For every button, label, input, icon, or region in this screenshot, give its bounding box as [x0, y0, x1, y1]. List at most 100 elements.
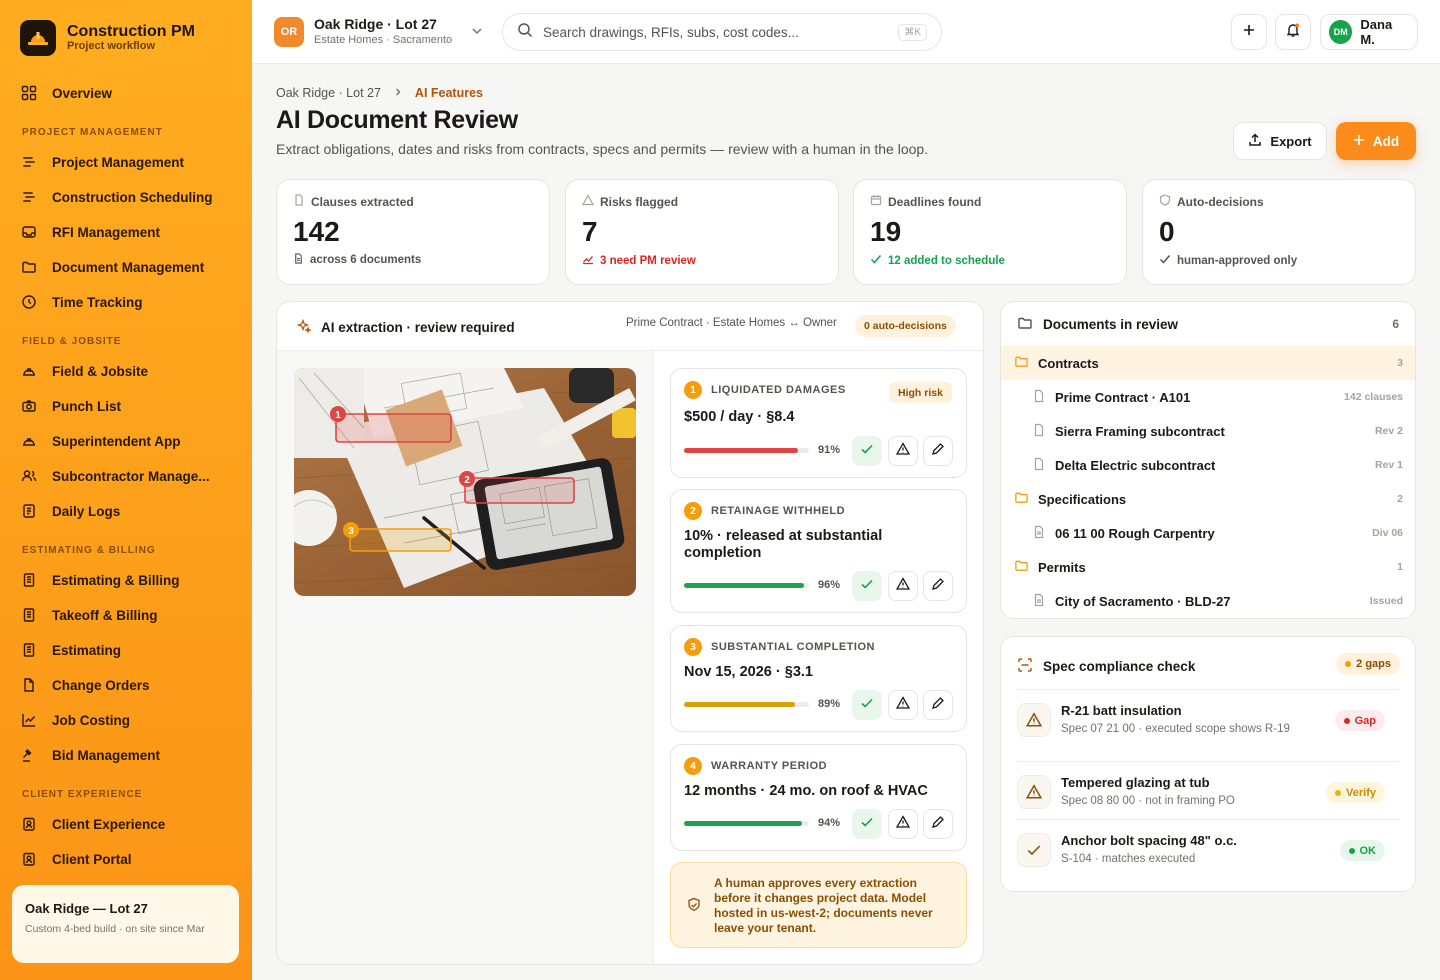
flag-risk-button[interactable]	[888, 809, 918, 839]
approve-button[interactable]	[852, 571, 882, 601]
sidebar-item-client-portal[interactable]: Client Portal	[20, 844, 132, 874]
project-switcher-name[interactable]: Oak Ridge · Lot 27	[314, 16, 437, 32]
gaps-badge-label: 2 gaps	[1356, 658, 1391, 670]
folder-row-permits[interactable]: Permits 1	[1001, 550, 1415, 584]
photo-marker-3[interactable]: 3	[343, 522, 359, 538]
sidebar-item-time-tracking[interactable]: Time Tracking	[20, 287, 143, 317]
sidebar-item-estimating-billing[interactable]: Estimating & Billing	[20, 565, 180, 595]
add-item-button[interactable]: Add	[1336, 122, 1416, 160]
status-badge: Gap	[1334, 710, 1385, 731]
project-avatar[interactable]: OR	[274, 17, 304, 47]
edit-button[interactable]	[923, 436, 953, 466]
confidence-fill	[684, 702, 796, 707]
search-icon	[517, 22, 533, 43]
document-row[interactable]: Delta Electric subcontract Rev 1	[1001, 448, 1415, 482]
project-card[interactable]: Oak Ridge — Lot 27 Custom 4-bed build · …	[12, 885, 239, 963]
breadcrumb-parent[interactable]: Oak Ridge · Lot 27	[276, 86, 381, 100]
stat-value: 0	[1159, 216, 1175, 247]
extraction-card[interactable]: 3 SUBSTANTIAL COMPLETION Nov 15, 2026 · …	[670, 625, 967, 732]
sidebar-item-superintendent-app[interactable]: Superintendent App	[20, 426, 181, 456]
sidebar-item-overview[interactable]: Overview	[20, 78, 112, 108]
extraction-card[interactable]: 2 RETAINAGE WITHHELD 10% · released at s…	[670, 489, 967, 613]
folder-icon	[1014, 490, 1029, 508]
extraction-card[interactable]: 4 WARRANTY PERIOD 12 months · 24 mo. on …	[670, 744, 967, 851]
approve-button[interactable]	[852, 809, 882, 839]
sidebar-item-takeoff-billing[interactable]: Takeoff & Billing	[20, 600, 158, 630]
scan-icon	[1017, 657, 1033, 676]
sidebar-item-label: Client Portal	[52, 851, 132, 867]
sidebar-item-field-jobsite[interactable]: Field & Jobsite	[20, 356, 148, 386]
chart-icon	[20, 711, 38, 729]
app-subtitle: Project workflow	[67, 40, 156, 52]
sidebar-item-rfi-management[interactable]: RFI Management	[20, 217, 160, 247]
sidebar-item-label: Field & Jobsite	[52, 363, 149, 379]
document-row[interactable]: 06 11 00 Rough Carpentry Div 06	[1001, 516, 1415, 550]
plus-icon	[1241, 22, 1257, 43]
hardhat-icon	[20, 432, 38, 450]
flag-risk-button[interactable]	[888, 436, 918, 466]
inbox-icon	[20, 223, 38, 241]
spec-row[interactable]: Tempered glazing at tub Spec 08 80 00 · …	[1017, 761, 1399, 819]
edit-button[interactable]	[923, 809, 953, 839]
project-card-subtitle: Custom 4-bed build · on site since Mar	[25, 923, 205, 935]
document-row[interactable]: Sierra Framing subcontract Rev 2	[1001, 414, 1415, 448]
sidebar-item-bid-management[interactable]: Bid Management	[20, 740, 160, 770]
app-logo[interactable]: Construction PM Project workflow	[20, 20, 195, 56]
flag-risk-button[interactable]	[888, 571, 918, 601]
breadcrumb: Oak Ridge · Lot 27 AI Features	[276, 86, 483, 100]
spec-row[interactable]: Anchor bolt spacing 48" o.c. S-104 · mat…	[1017, 819, 1399, 877]
document-photo[interactable]: 1 2 3	[294, 368, 636, 596]
notifications-button[interactable]	[1275, 14, 1311, 50]
chevron-down-icon[interactable]	[470, 24, 484, 43]
sidebar-item-document-management[interactable]: Document Management	[20, 252, 204, 282]
stat-value: 7	[582, 216, 598, 247]
search-input[interactable]: Search drawings, RFIs, subs, cost codes.…	[502, 13, 942, 51]
extraction-title: LIQUIDATED DAMAGES	[711, 384, 846, 396]
building-icon	[20, 850, 38, 868]
document-row[interactable]: City of Sacramento · BLD-27 Issued	[1001, 584, 1415, 618]
users-icon	[20, 467, 38, 485]
pencil-icon	[931, 442, 945, 461]
check-icon	[870, 253, 882, 268]
photo-marker-1[interactable]: 1	[330, 406, 346, 422]
sidebar-item-project-management[interactable]: Project Management	[20, 147, 184, 177]
sidebar-item-daily-logs[interactable]: Daily Logs	[20, 496, 120, 526]
sidebar-item-job-costing[interactable]: Job Costing	[20, 705, 130, 735]
stat-sub: 12 added to schedule	[888, 254, 1005, 267]
receipt-icon	[20, 606, 38, 624]
sidebar-item-label: Construction Scheduling	[52, 189, 213, 205]
search-shortcut: ⌘K	[898, 23, 927, 41]
folder-row-contracts[interactable]: Contracts 3	[1001, 346, 1415, 380]
svg-text:1: 1	[335, 410, 341, 421]
stat-value: 19	[870, 216, 902, 247]
sidebar-item-change-orders[interactable]: Change Orders	[20, 670, 150, 700]
extraction-card[interactable]: 1 LIQUIDATED DAMAGES High risk $500 / da…	[670, 368, 967, 478]
add-button[interactable]	[1231, 14, 1267, 50]
stat-card-clauses: Clauses extracted 142 across 6 documents	[276, 179, 550, 285]
spec-row[interactable]: R-21 batt insulation Spec 07 21 00 · exe…	[1017, 689, 1399, 747]
folder-row-specifications[interactable]: Specifications 2	[1001, 482, 1415, 516]
document-row[interactable]: Prime Contract · A101 142 clauses	[1001, 380, 1415, 414]
stat-card-deadlines: Deadlines found 19 12 added to schedule	[853, 179, 1127, 285]
add-label: Add	[1372, 133, 1400, 149]
sidebar-item-subcontractor-management[interactable]: Subcontractor Manage...	[20, 461, 210, 491]
export-button[interactable]: Export	[1233, 122, 1327, 160]
sidebar-item-construction-scheduling[interactable]: Construction Scheduling	[20, 182, 213, 212]
photo-marker-2[interactable]: 2	[459, 471, 475, 487]
sidebar-item-label: Document Management	[52, 259, 205, 275]
sidebar-item-label: Job Costing	[52, 712, 130, 728]
hardhat-logo-icon	[20, 20, 56, 56]
edit-button[interactable]	[923, 690, 953, 720]
sidebar-item-label: Subcontractor Manage...	[52, 468, 210, 484]
flag-risk-button[interactable]	[888, 690, 918, 720]
sidebar-item-punch-list[interactable]: Punch List	[20, 391, 121, 421]
file-icon	[1032, 593, 1046, 610]
sparkles-icon	[296, 318, 312, 336]
sidebar-item-client-experience[interactable]: Client Experience	[20, 809, 165, 839]
approve-button[interactable]	[852, 690, 882, 720]
edit-button[interactable]	[923, 571, 953, 601]
user-menu[interactable]: DM Dana M.	[1320, 14, 1418, 50]
approve-button[interactable]	[852, 436, 882, 466]
sidebar-item-estimating[interactable]: Estimating	[20, 635, 121, 665]
notebook-icon	[20, 502, 38, 520]
